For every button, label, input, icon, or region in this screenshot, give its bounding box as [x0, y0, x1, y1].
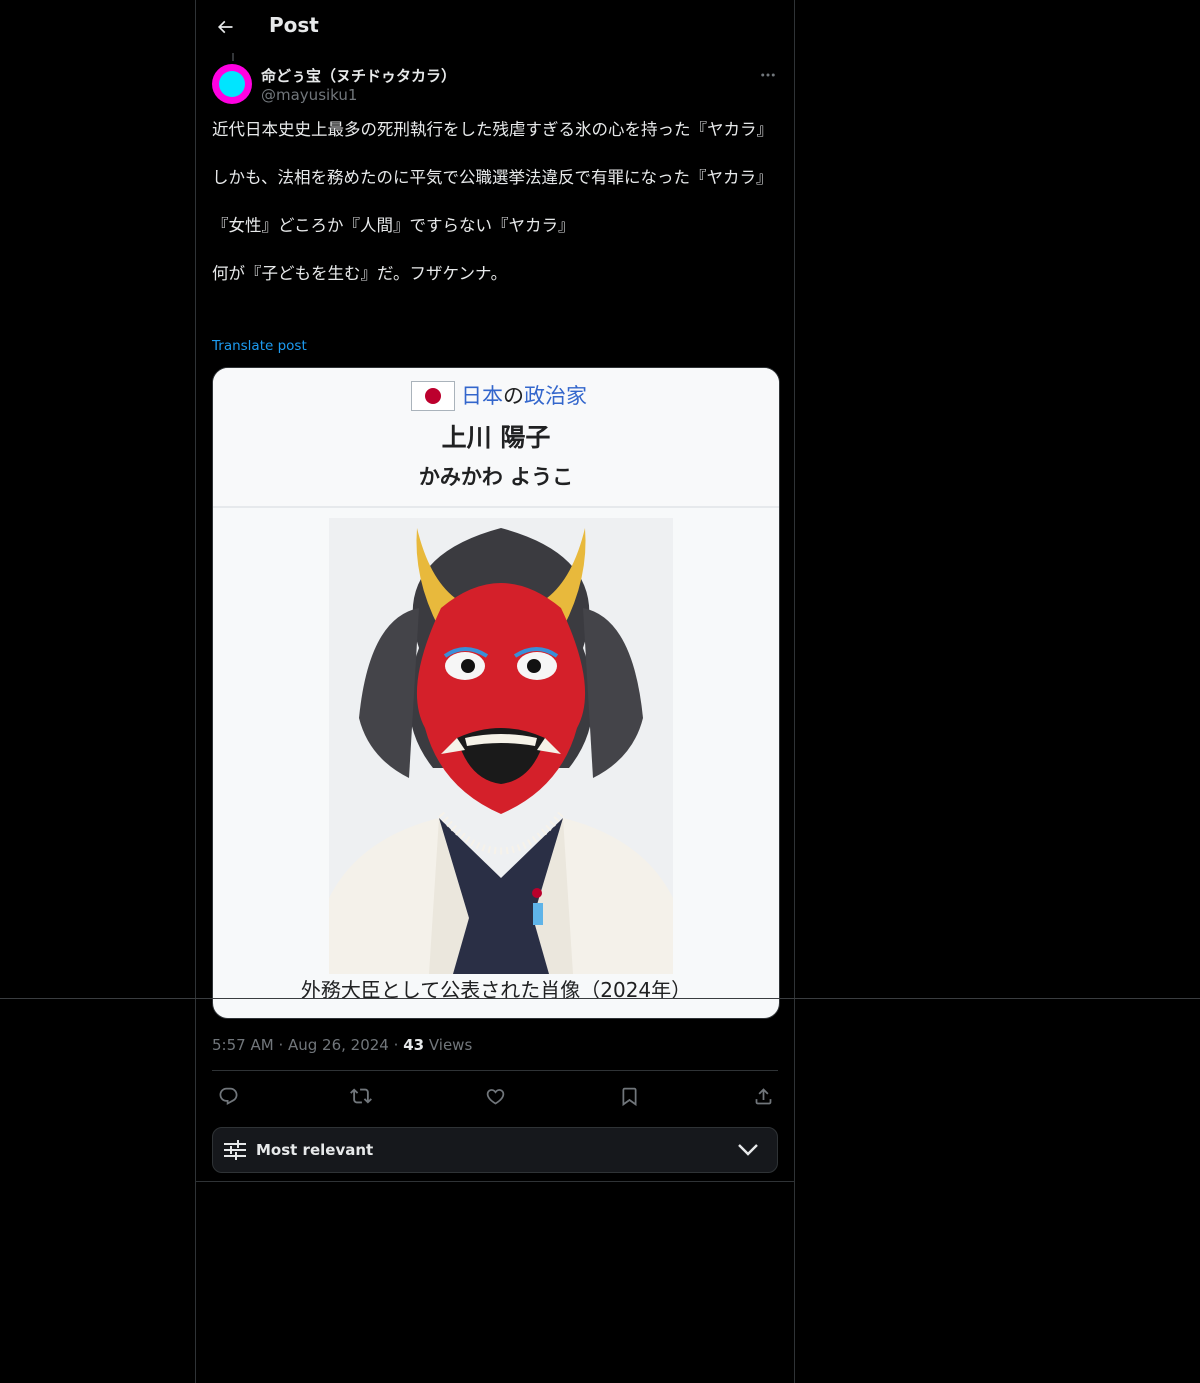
person-name: 上川 陽子 — [441, 423, 551, 452]
post-paragraph: しかも、法相を務めたのに平気で公職選挙法違反で有罪になった『ヤカラ』 — [212, 168, 773, 187]
author-handle[interactable]: @mayusiku1 — [261, 86, 357, 104]
flag-caption-particle: の — [503, 384, 524, 408]
flag-sun-disc — [425, 388, 441, 404]
sort-label: Most relevant — [256, 1141, 374, 1159]
repost-button[interactable] — [345, 1080, 377, 1112]
media-infobox-header: 日本の政治家 上川 陽子 かみかわ ようこ — [213, 368, 779, 508]
post-date[interactable]: Aug 26, 2024 — [288, 1036, 389, 1054]
views-label: Views — [428, 1036, 473, 1054]
like-icon — [486, 1088, 504, 1105]
reply-button[interactable] — [212, 1080, 244, 1112]
author-display-name[interactable]: 命どぅ宝（ヌチドゥタカラ） — [261, 65, 456, 86]
reply-icon — [219, 1087, 237, 1105]
repost-icon — [350, 1088, 372, 1104]
more-dots-icon — [761, 73, 775, 77]
reply-sort-dropdown[interactable]: Most relevant — [212, 1127, 778, 1173]
header: Post — [196, 0, 794, 53]
post-paragraph: 近代日本史史上最多の死刑執行をした残虐すぎる氷の心を持った『ヤカラ』 — [212, 120, 773, 139]
arrow-left-icon — [217, 20, 233, 34]
chevron-down-icon — [738, 1144, 758, 1156]
flag-caption-link: 政治家 — [524, 384, 587, 408]
post-column: Post 命どぅ宝（ヌチドゥタカラ） @mayusiku1 近代日本史史上最多の… — [195, 0, 795, 1383]
like-button[interactable] — [479, 1080, 511, 1112]
post-text: 近代日本史史上最多の死刑執行をした残虐すぎる氷の心を持った『ヤカラ』 しかも、法… — [212, 118, 773, 286]
bookmark-icon — [622, 1087, 636, 1106]
divider — [196, 1181, 794, 1182]
post-meta: 5:57 AM · Aug 26, 2024 · 43 Views — [212, 1036, 472, 1054]
share-button[interactable] — [747, 1080, 779, 1112]
thread-connector-line — [232, 53, 234, 61]
page-title: Post — [269, 13, 319, 37]
post-media-image[interactable]: 日本の政治家 上川 陽子 かみかわ ようこ 外務大臣として公表された肖像（202… — [212, 367, 780, 1019]
meta-separator: · — [278, 1036, 284, 1054]
horizontal-rule-overlay — [0, 998, 1200, 999]
avatar-center — [219, 71, 245, 97]
bookmark-button[interactable] — [613, 1080, 645, 1112]
divider — [212, 1070, 778, 1071]
post-paragraph: 何が『子どもを生む』だ。フザケンナ。 — [212, 264, 508, 283]
meta-separator: · — [393, 1036, 399, 1054]
oni-mask-portrait — [329, 518, 673, 974]
person-kana: かみかわ ようこ — [418, 465, 574, 489]
translate-post-link[interactable]: Translate post — [212, 338, 307, 354]
flag-caption-link: 日本 — [461, 384, 503, 408]
post-paragraph: 『女性』どころか『人間』ですらない『ヤカラ』 — [212, 216, 575, 235]
flag-caption: 日本の政治家 — [461, 380, 587, 410]
sliders-icon — [224, 1140, 246, 1160]
share-icon — [755, 1087, 771, 1104]
back-button[interactable] — [208, 10, 242, 44]
action-bar — [212, 1080, 778, 1112]
more-options-button[interactable] — [756, 64, 780, 86]
post-time[interactable]: 5:57 AM — [212, 1036, 274, 1054]
japan-flag-icon — [411, 381, 455, 411]
avatar[interactable] — [212, 64, 252, 104]
views-count: 43 — [403, 1036, 425, 1054]
